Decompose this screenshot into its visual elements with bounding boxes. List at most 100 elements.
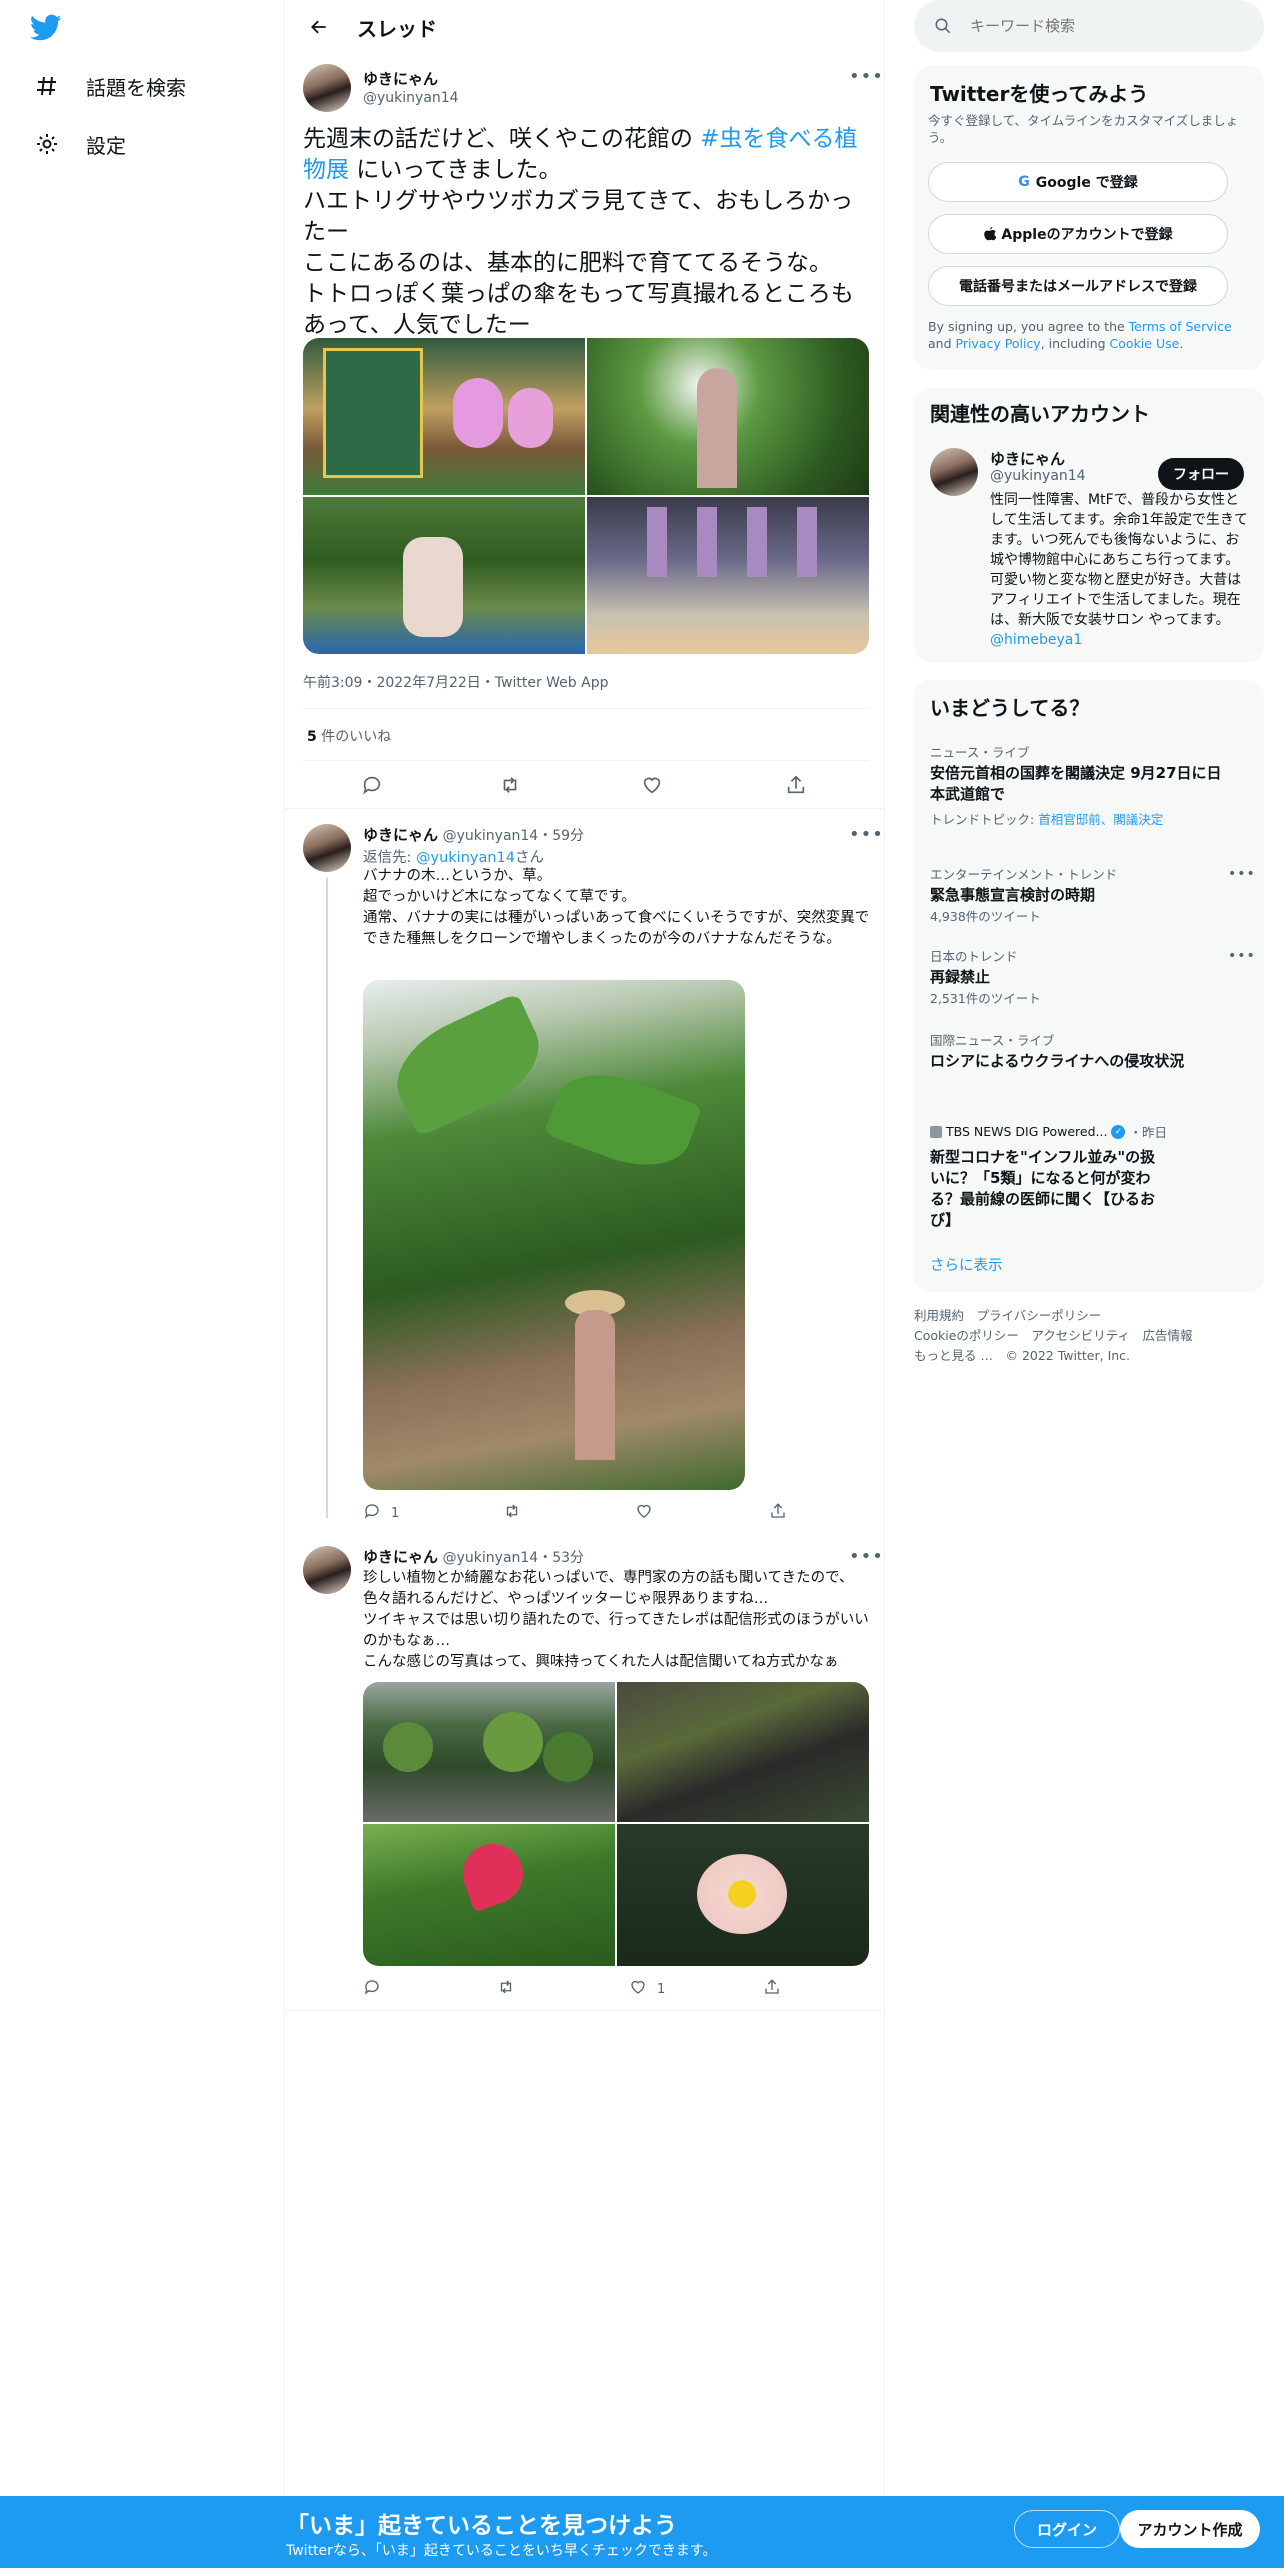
avatar[interactable] [303, 64, 351, 112]
retweet-button[interactable] [497, 1978, 515, 2000]
tweet-timestamp[interactable]: 午前3:09・2022年7月22日・Twitter Web App [303, 672, 608, 692]
trend-item[interactable]: TBS NEWS DIG Powered... ✓ ・昨日 新型コロナを"インフ… [930, 1122, 1170, 1231]
search-bar[interactable] [914, 0, 1264, 52]
footer-line[interactable]: 利用規約 プライバシーポリシー [914, 1306, 1101, 1326]
trend-item[interactable]: エンターテインメント・トレンド 緊急事態宣言検討の時期 4,938件のツイート [930, 864, 1230, 925]
author-name[interactable]: ゆきにゃん [363, 1548, 438, 1566]
tweet-photo[interactable] [617, 1682, 869, 1822]
bio-link[interactable]: @himebeya1 [990, 632, 1082, 648]
terms-link[interactable]: Terms of Service [1129, 319, 1232, 334]
replying-to-link[interactable]: @yukinyan14 [416, 850, 515, 866]
show-more-link[interactable]: さらに表示 [930, 1254, 1003, 1275]
more-icon[interactable]: ••• [849, 1546, 884, 1567]
tweet-text-part: 先週末の話だけど、咲くやこの花館の [303, 126, 701, 152]
cookie-link[interactable]: Cookie Use [1110, 336, 1180, 351]
google-icon: G [1018, 174, 1030, 190]
share-button[interactable] [769, 1502, 787, 1524]
reply-button[interactable]: 1 [363, 1502, 399, 1524]
likes-count: 5 [307, 729, 317, 745]
nav-settings-label: 設定 [86, 133, 126, 158]
terms-part: . [1179, 336, 1184, 351]
thread-header: スレッド [285, 0, 885, 54]
more-icon[interactable]: ••• [1228, 948, 1256, 964]
news-time: ・昨日 [1129, 1125, 1167, 1140]
share-button[interactable] [785, 774, 807, 800]
more-icon[interactable]: ••• [849, 66, 884, 87]
avatar[interactable] [303, 824, 351, 872]
trend-title: 安倍元首相の国葬を閣議決定 9月27日に日本武道館で [930, 764, 1222, 803]
reply-header: ゆきにゃん @yukinyan14・53分 [363, 1546, 584, 1567]
share-button[interactable] [763, 1978, 781, 2000]
divider [285, 2010, 885, 2011]
avatar[interactable] [930, 448, 978, 496]
apple-signup-button[interactable]: Appleのアカウントで登録 [928, 214, 1228, 254]
follow-button[interactable]: フォロー [1158, 458, 1244, 490]
tweet-photo[interactable] [587, 338, 869, 495]
left-nav: 話題を検索 設定 [0, 0, 284, 2568]
retweet-button[interactable] [499, 774, 521, 800]
reply-icon [363, 1502, 381, 1524]
trend-category: 日本のトレンド [930, 949, 1018, 964]
author-name[interactable]: ゆきにゃん [990, 448, 1065, 469]
nav-explore[interactable]: 話題を検索 [32, 66, 186, 106]
twitter-logo-icon[interactable] [29, 14, 66, 44]
bio-text: 性同一性障害、MtFで、普段から女性として生活してます。余命1年設定で生きてます… [990, 492, 1248, 628]
signup-button[interactable]: アカウント作成 [1120, 2510, 1260, 2548]
privacy-link[interactable]: Privacy Policy [956, 336, 1041, 351]
replying-to-suffix: さん [515, 850, 544, 866]
tweet-photo[interactable] [303, 338, 585, 495]
tweet-photo[interactable] [587, 497, 869, 654]
footer-line[interactable]: Cookieのポリシー アクセシビリティ 広告情報 [914, 1326, 1193, 1346]
tweet-time[interactable]: ・59分 [538, 828, 584, 844]
trend-topics-links[interactable]: 首相官邸前、閣議決定 [1038, 812, 1163, 827]
likes-summary[interactable]: 5 件のいいね [307, 726, 391, 746]
trend-item[interactable]: 国際ニュース・ライブ ロシアによるウクライナへの侵攻状況 [930, 1030, 1230, 1072]
tweet-photo[interactable] [303, 497, 585, 654]
divider [303, 708, 869, 709]
retweet-icon [497, 1978, 515, 2000]
login-button[interactable]: ログイン [1014, 2510, 1120, 2548]
more-icon[interactable]: ••• [1228, 866, 1256, 882]
author-name[interactable]: ゆきにゃん [363, 68, 438, 89]
like-button[interactable] [635, 1502, 653, 1524]
footer-line[interactable]: もっと見る … © 2022 Twitter, Inc. [914, 1346, 1130, 1366]
nav-settings[interactable]: 設定 [32, 124, 126, 164]
tweet-text: 先週末の話だけど、咲くやこの花館の #虫を食べる植物展 にいってきました。 ハエ… [303, 124, 873, 341]
account-bio: 性同一性障害、MtFで、普段から女性として生活してます。余命1年設定で生きてます… [990, 490, 1250, 650]
tweet-photo[interactable] [363, 1824, 615, 1966]
terms-part: and [928, 336, 956, 351]
tweet-text: バナナの木…というか、草。 超でっかいけど木になってなくて草です。 通常、バナナ… [363, 868, 870, 947]
phone-email-signup-button[interactable]: 電話番号またはメールアドレスで登録 [928, 266, 1228, 306]
tweet-photo[interactable] [363, 980, 745, 1490]
share-icon [769, 1502, 787, 1524]
tweet-photo[interactable] [363, 1682, 615, 1822]
tweet-time[interactable]: ・53分 [538, 1550, 584, 1566]
reply-button[interactable] [363, 1978, 381, 2000]
retweet-icon [499, 774, 521, 800]
author-handle[interactable]: @yukinyan14 [363, 90, 459, 106]
author-name[interactable]: ゆきにゃん [363, 826, 438, 844]
trend-topics: トレンドトピック: 首相官邸前、閣議決定 [930, 811, 1230, 828]
more-icon[interactable]: ••• [849, 824, 884, 845]
author-handle[interactable]: @yukinyan14 [443, 1550, 539, 1566]
heart-icon [635, 1502, 653, 1524]
divider [303, 760, 869, 761]
like-button[interactable]: 1 [629, 1978, 665, 2000]
trend-item[interactable]: 日本のトレンド 再録禁止 2,531件のツイート [930, 946, 1230, 1007]
google-signup-button[interactable]: G Google で登録 [928, 162, 1228, 202]
author-handle[interactable]: @yukinyan14 [443, 828, 539, 844]
author-handle[interactable]: @yukinyan14 [990, 468, 1086, 484]
trend-category: 国際ニュース・ライブ [930, 1033, 1055, 1048]
back-arrow-icon[interactable] [299, 7, 339, 47]
trend-item[interactable]: ニュース・ライブ 安倍元首相の国葬を閣議決定 9月27日に日本武道館で トレンド… [930, 742, 1230, 828]
bottom-bar-title: 「いま」起きていることを見つけよう [286, 2513, 677, 2539]
avatar[interactable] [303, 1546, 351, 1594]
like-button[interactable] [641, 774, 663, 800]
thread-line [326, 878, 328, 1518]
search-input[interactable] [970, 17, 1230, 35]
reply-button[interactable] [361, 774, 383, 800]
retweet-button[interactable] [503, 1502, 521, 1524]
tweet-photo[interactable] [617, 1824, 869, 1966]
trend-news-source: TBS NEWS DIG Powered... ✓ ・昨日 [930, 1122, 1170, 1141]
tweet-text: 珍しい植物とか綺麗なお花いっぱいで、専門家の方の話も聞いてきたので、色々語れるん… [363, 1570, 869, 1670]
